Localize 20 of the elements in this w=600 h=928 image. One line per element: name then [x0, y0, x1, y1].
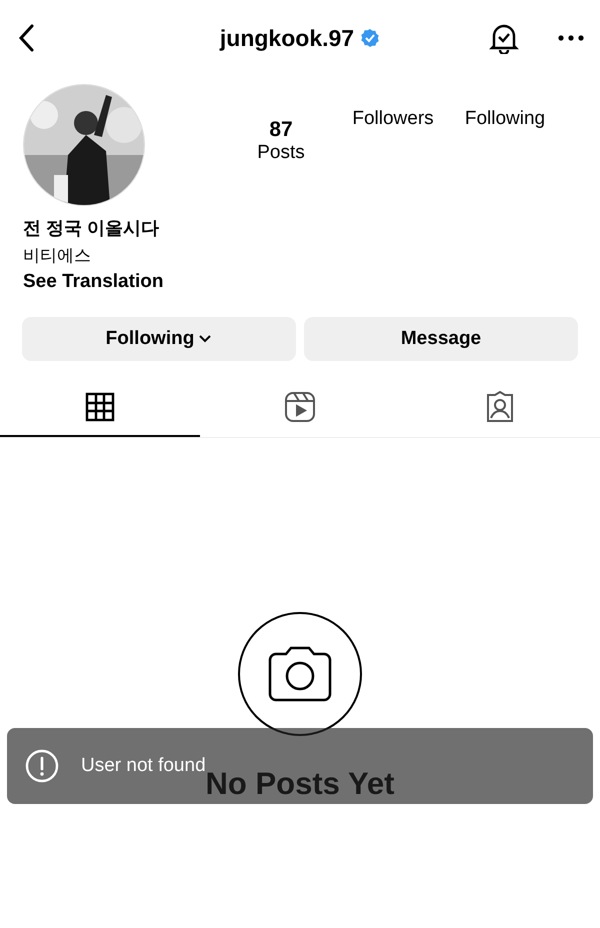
- toast-message: User not found: [81, 755, 206, 777]
- tagged-person-icon: [484, 391, 516, 423]
- grid-icon: [85, 392, 115, 422]
- chevron-down-icon: [198, 334, 212, 344]
- see-translation-link[interactable]: See Translation: [23, 271, 164, 293]
- profile-name: 전 정국 이올시다: [23, 217, 160, 240]
- more-options-icon[interactable]: [558, 34, 584, 42]
- following-button[interactable]: Following: [22, 317, 296, 361]
- username: jungkook.97: [220, 24, 354, 52]
- bio-text: 비티에스: [23, 245, 91, 267]
- notification-bell-icon[interactable]: [488, 22, 520, 54]
- message-button[interactable]: Message: [304, 317, 578, 361]
- reels-icon: [284, 391, 316, 423]
- posts-label: Posts: [257, 142, 305, 164]
- camera-icon: [238, 612, 362, 736]
- followers-link[interactable]: Followers: [352, 108, 434, 130]
- posts-count: 87: [269, 118, 293, 142]
- alert-icon: [25, 749, 59, 783]
- following-link[interactable]: Following: [464, 108, 546, 130]
- empty-state-title: No Posts Yet: [206, 766, 394, 802]
